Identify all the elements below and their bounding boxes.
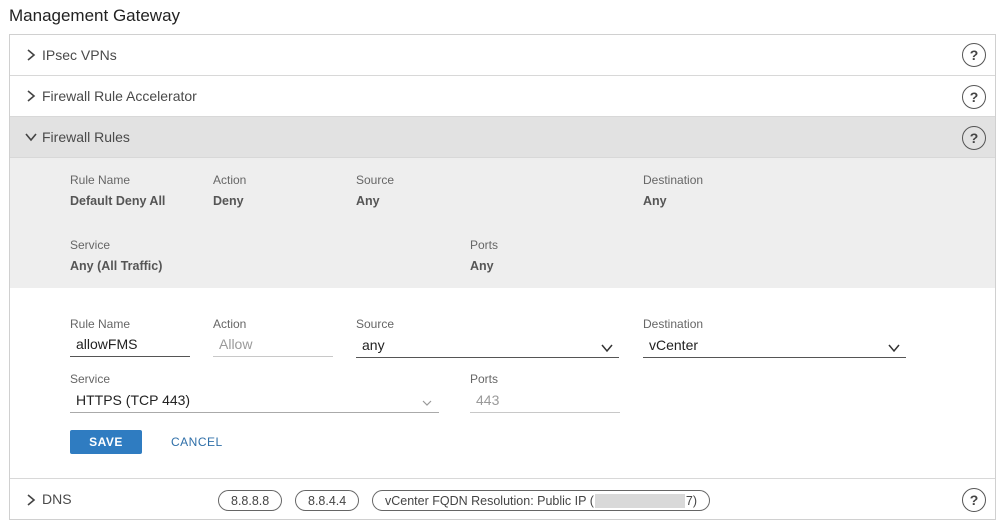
existing-rule-row[interactable]: Rule Name Default Deny All Action Deny S…	[10, 158, 995, 288]
chevron-down-icon	[601, 338, 613, 353]
rule-name-input[interactable]: allowFMS	[70, 333, 190, 357]
destination-label: Destination	[643, 317, 704, 331]
service-label: Service	[70, 238, 111, 252]
save-button[interactable]: SAVE	[70, 430, 142, 454]
rule-name-label: Rule Name	[70, 317, 131, 331]
ports-input: 443	[470, 389, 620, 413]
service-label: Service	[70, 372, 111, 386]
chevron-right-icon	[24, 47, 38, 63]
chevron-down-icon	[888, 338, 900, 353]
action-input: Allow	[213, 333, 333, 357]
chevron-right-icon	[24, 88, 38, 104]
service-value: Any (All Traffic)	[70, 259, 163, 273]
accordion-label: Firewall Rule Accelerator	[42, 88, 197, 104]
destination-select[interactable]: vCenter	[643, 334, 906, 358]
redacted-ip	[594, 493, 685, 508]
help-icon[interactable]: ?	[962, 126, 986, 150]
cancel-button[interactable]: CANCEL	[171, 430, 223, 454]
accordion-ipsec-vpns[interactable]: IPsec VPNs ?	[10, 35, 995, 76]
management-gateway-panel: IPsec VPNs ? Firewall Rule Accelerator ?…	[9, 34, 996, 520]
chevron-down-icon	[421, 393, 433, 406]
dns-server-badge: 8.8.8.8	[218, 490, 283, 511]
ports-label: Ports	[470, 238, 499, 252]
chevron-right-icon	[24, 492, 38, 508]
rule-name-value: Default Deny All	[70, 194, 166, 208]
vcenter-fqdn-resolution-badge: vCenter FQDN Resolution: Public IP ( 7)	[372, 490, 710, 511]
dns-server-badge: 8.8.4.4	[295, 490, 360, 511]
service-select[interactable]: HTTPS (TCP 443)	[70, 389, 439, 413]
rule-name-label: Rule Name	[70, 173, 131, 187]
chevron-down-icon	[24, 129, 38, 145]
source-label: Source	[356, 173, 395, 187]
source-select[interactable]: any	[356, 334, 619, 358]
action-label: Action	[213, 317, 247, 331]
source-label: Source	[356, 317, 395, 331]
destination-select-value: vCenter	[649, 337, 699, 353]
accordion-firewall-rule-accelerator[interactable]: Firewall Rule Accelerator ?	[10, 76, 995, 117]
ports-value: Any	[470, 259, 494, 273]
accordion-label: DNS	[42, 491, 72, 507]
action-label: Action	[213, 173, 247, 187]
help-icon[interactable]: ?	[962, 43, 986, 67]
source-value: Any	[356, 194, 380, 208]
help-icon[interactable]: ?	[962, 488, 986, 512]
destination-value: Any	[643, 194, 667, 208]
accordion-label: Firewall Rules	[42, 129, 130, 145]
source-select-value: any	[362, 337, 385, 353]
ports-label: Ports	[470, 372, 499, 386]
page-title: Management Gateway	[9, 6, 181, 25]
service-select-value: HTTPS (TCP 443)	[76, 392, 191, 408]
accordion-dns[interactable]: DNS 8.8.8.8 8.8.4.4 vCenter FQDN Resolut…	[10, 478, 995, 520]
help-icon[interactable]: ?	[962, 85, 986, 109]
destination-label: Destination	[643, 173, 704, 187]
accordion-firewall-rules[interactable]: Firewall Rules ?	[10, 117, 995, 158]
accordion-label: IPsec VPNs	[42, 47, 117, 63]
action-value: Deny	[213, 194, 244, 208]
resolution-suffix: 7)	[685, 493, 697, 508]
resolution-text: vCenter FQDN Resolution: Public IP (	[385, 493, 594, 508]
